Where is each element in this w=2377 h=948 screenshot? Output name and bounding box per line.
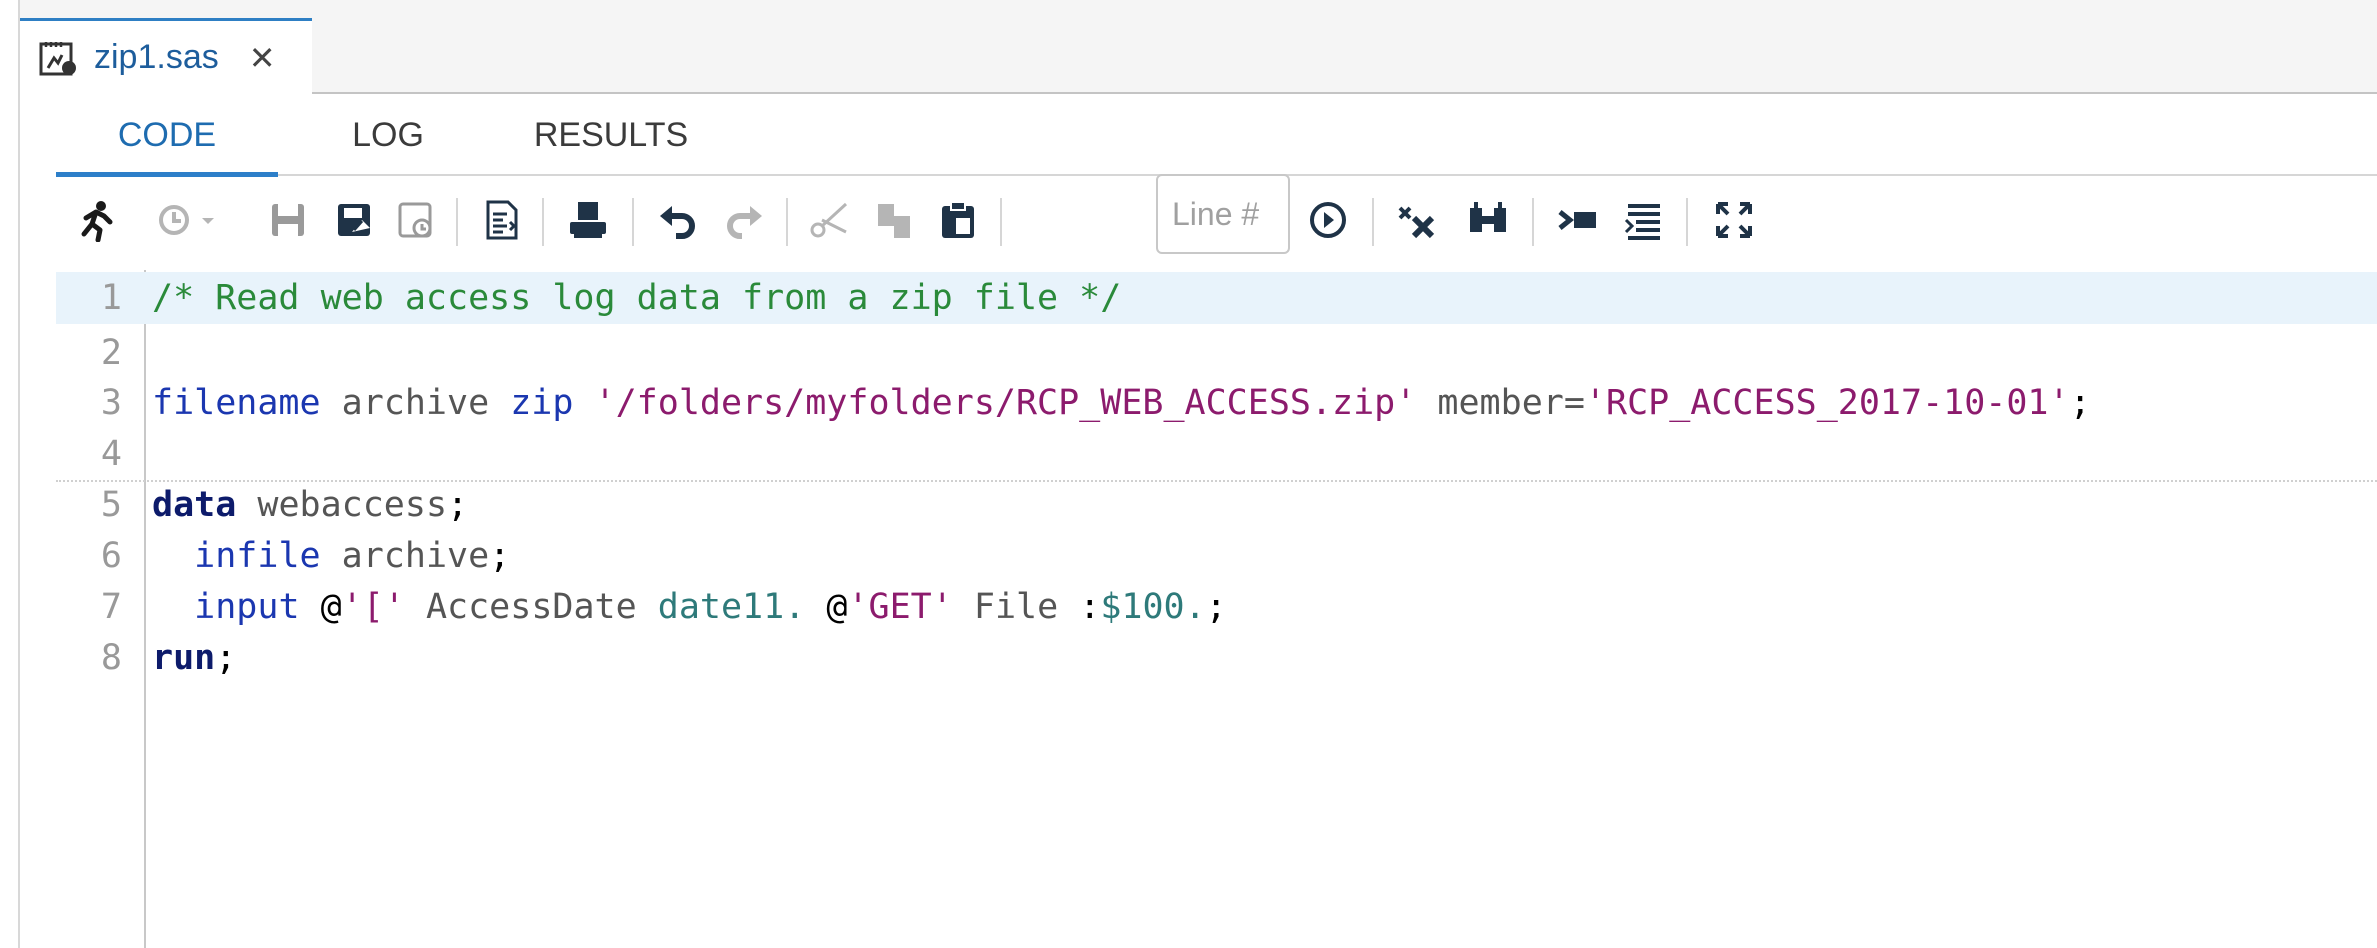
line-number-input[interactable]	[1156, 174, 1290, 254]
find-replace-icon[interactable]	[1466, 198, 1510, 242]
code-token: input	[194, 587, 300, 627]
toolbar-separator	[456, 198, 458, 246]
code-token: 'RCP_ACCESS_2017-10-01'	[1584, 383, 2070, 423]
code-editor[interactable]: 1 /* Read web access log data from a zip …	[56, 270, 2377, 948]
line-number: 6	[100, 536, 122, 576]
tab-results[interactable]: RESULTS	[516, 106, 706, 172]
code-token: date11.	[657, 587, 806, 627]
code-token: zip	[510, 383, 574, 423]
go-to-line-icon[interactable]	[1306, 198, 1350, 242]
view-tabs: CODE LOG RESULTS	[56, 106, 2377, 177]
editor-toolbar	[56, 174, 2377, 270]
code-token: filename	[152, 383, 321, 423]
line-number: 4	[100, 434, 122, 474]
code-token: run	[152, 638, 216, 678]
code-token: ;	[1205, 587, 1227, 627]
code-text: /* Read web access log data from a zip f…	[152, 272, 1121, 324]
code-token: @	[826, 587, 848, 627]
code-token: member=	[1416, 383, 1585, 423]
tab-log[interactable]: LOG	[328, 106, 448, 172]
line-number: 2	[100, 333, 122, 373]
run-icon[interactable]	[74, 198, 118, 242]
code-token: $100.	[1100, 587, 1206, 627]
toolbar-separator	[1532, 198, 1534, 246]
insert-snippet-icon[interactable]	[1556, 198, 1600, 242]
code-token: :	[1079, 587, 1101, 627]
line-number: 1	[100, 278, 122, 318]
toolbar-separator	[1000, 198, 1002, 246]
code-token: infile	[194, 536, 321, 576]
cut-icon[interactable]	[808, 198, 852, 242]
save-icon[interactable]	[266, 198, 310, 242]
format-list-icon[interactable]	[1622, 198, 1666, 242]
sas-program-icon	[38, 38, 78, 78]
code-text: filename archive zip '/folders/myfolders…	[152, 377, 2091, 429]
code-token: @	[320, 587, 342, 627]
code-text: data webaccess;	[152, 479, 468, 531]
toolbar-separator	[1686, 198, 1688, 246]
code-line[interactable]: 8 run;	[56, 632, 2377, 684]
code-text: input @'[' AccessDate date11. @'GET' Fil…	[152, 581, 1227, 633]
toolbar-separator	[786, 198, 788, 246]
code-line[interactable]: 5 data webaccess;	[56, 479, 2377, 531]
save-to-icon[interactable]	[394, 198, 438, 242]
history-icon[interactable]	[154, 198, 220, 242]
code-token: ;	[215, 638, 237, 678]
line-number: 8	[100, 638, 122, 678]
code-token: ;	[2069, 383, 2091, 423]
print-icon[interactable]	[566, 198, 610, 242]
code-token: archive	[320, 383, 511, 423]
code-token: '['	[341, 587, 405, 627]
close-tab-icon[interactable]: ✕	[249, 39, 276, 77]
code-line[interactable]: 3 filename archive zip '/folders/myfolder…	[56, 377, 2377, 429]
paste-icon[interactable]	[936, 198, 980, 242]
code-token: /* Read web access log data from a zip f…	[152, 278, 1122, 318]
line-number: 7	[100, 587, 122, 627]
code-line[interactable]: 4	[56, 428, 2377, 482]
undo-icon[interactable]	[656, 198, 700, 242]
code-token: File	[952, 587, 1080, 627]
code-token: ;	[489, 536, 511, 576]
window-left-border	[18, 0, 20, 948]
code-token: AccessDate	[404, 587, 658, 627]
code-text: run;	[152, 632, 236, 684]
file-tab-zip1[interactable]: zip1.sas ✕	[20, 18, 312, 94]
toolbar-separator	[542, 198, 544, 246]
toolbar-separator	[1372, 198, 1374, 246]
copy-icon[interactable]	[872, 198, 916, 242]
code-token: '/folders/myfolders/RCP_WEB_ACCESS.zip'	[594, 383, 1417, 423]
file-tab-bar	[20, 0, 2377, 94]
toolbar-separator	[632, 198, 634, 246]
code-token: data	[152, 485, 237, 525]
code-text: infile archive;	[152, 530, 510, 582]
code-line[interactable]: 1 /* Read web access log data from a zip …	[56, 272, 2377, 324]
code-line[interactable]: 6 infile archive;	[56, 530, 2377, 582]
code-token: webaccess	[236, 485, 448, 525]
maximize-icon[interactable]	[1712, 198, 1756, 242]
format-code-icon[interactable]	[480, 198, 524, 242]
redo-icon[interactable]	[722, 198, 766, 242]
code-token: ;	[447, 485, 469, 525]
line-number: 3	[100, 383, 122, 423]
clear-code-icon[interactable]	[1396, 198, 1440, 242]
code-line[interactable]: 7 input @'[' AccessDate date11. @'GET' F…	[56, 581, 2377, 633]
code-token: archive	[320, 536, 490, 576]
tab-code[interactable]: CODE	[56, 106, 278, 177]
code-line[interactable]: 2	[56, 327, 2377, 379]
save-as-icon[interactable]	[332, 198, 376, 242]
line-number: 5	[100, 485, 122, 525]
file-tab-label: zip1.sas	[94, 38, 219, 76]
code-token: 'GET'	[847, 587, 953, 627]
